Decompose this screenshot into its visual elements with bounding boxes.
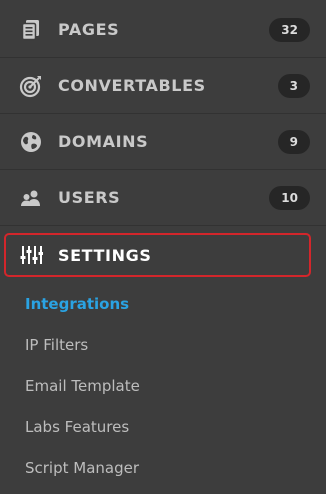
sliders-icon	[19, 243, 43, 267]
nav-item-convertables[interactable]: CONVERTABLES 3	[0, 58, 326, 114]
pages-icon	[19, 18, 43, 42]
submenu-item-labs-features[interactable]: Labs Features	[25, 418, 129, 436]
globe-icon	[19, 130, 43, 154]
domains-count-badge: 9	[277, 129, 310, 154]
convertables-count-badge: 3	[277, 73, 310, 98]
users-icon	[19, 186, 43, 210]
nav-label-domains: DOMAINS	[58, 132, 149, 151]
nav-item-domains[interactable]: DOMAINS 9	[0, 114, 326, 170]
pages-count-badge: 32	[269, 17, 310, 42]
nav-label-users: USERS	[58, 188, 121, 207]
target-icon	[19, 74, 43, 98]
submenu-item-ip-filters[interactable]: IP Filters	[25, 336, 88, 354]
nav-label-settings: SETTINGS	[58, 245, 152, 265]
nav-label-convertables: CONVERTABLES	[58, 76, 206, 95]
users-count-badge: 10	[269, 185, 310, 210]
submenu-item-integrations[interactable]: Integrations	[25, 295, 129, 313]
nav-item-users[interactable]: USERS 10	[0, 170, 326, 226]
nav-label-pages: PAGES	[58, 20, 120, 39]
nav-item-settings[interactable]: SETTINGS	[0, 227, 326, 283]
submenu-item-email-template[interactable]: Email Template	[25, 377, 140, 395]
nav-item-pages[interactable]: PAGES 32	[0, 2, 326, 58]
submenu-item-script-manager[interactable]: Script Manager	[25, 459, 139, 477]
